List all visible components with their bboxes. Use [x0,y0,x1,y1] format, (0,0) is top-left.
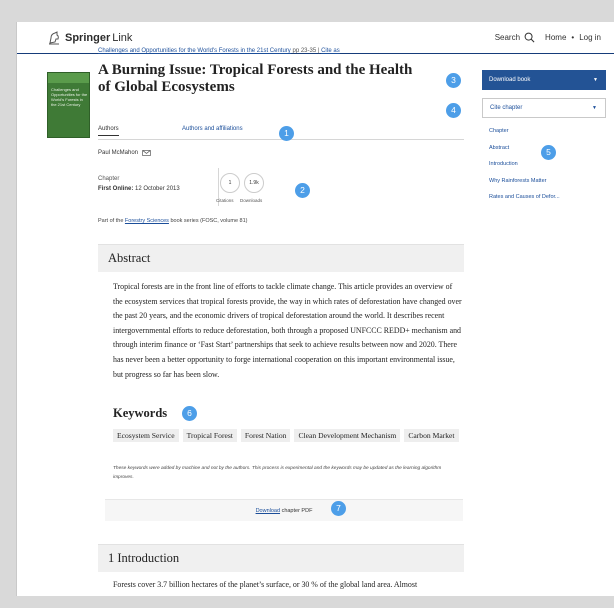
callout-badge: 7 [331,501,346,516]
chapter-header: Challenges and Opportunities for the Wor… [98,48,458,96]
series-prefix: Part of the [98,218,124,224]
keyword-tag[interactable]: Clean Development Mechanism [294,429,401,442]
cover-banner [48,73,89,83]
callout-badge: 5 [541,145,556,160]
citations-label: Citations [216,198,234,203]
keyword-tag[interactable]: Tropical Forest [182,429,237,442]
keyword-list: Ecosystem Service Tropical Forest Forest… [113,429,461,442]
chevron-down-icon: ▼ [592,105,597,111]
tab-authors-affiliations[interactable]: Authors and affiliations [182,126,243,135]
top-band [0,0,614,22]
book-title-link[interactable]: Challenges and Opportunities for the Wor… [98,48,291,54]
citations-count[interactable]: 1 [220,173,240,193]
keywords-heading: Keywords [113,406,168,420]
first-online-label: First Online: [98,186,134,192]
introduction-text: Forests cover 3.7 billion hectares of th… [113,580,418,589]
springer-horse-icon [49,31,59,45]
breadcrumb-separator: | [317,48,320,54]
callout-badge: 2 [295,183,310,198]
toc-item-introduction[interactable]: Introduction [489,161,560,178]
mail-icon[interactable] [142,150,151,156]
bottom-band [0,596,614,608]
brand-name: Springer [65,32,111,44]
chevron-down-icon: ▼ [593,77,598,83]
toc-item-why-rainforests-matter[interactable]: Why Rainforests Matter [489,178,560,195]
series-suffix: book series (FOSC, volume 81) [170,218,248,224]
download-book-label: Download book [489,77,531,83]
cite-as-link[interactable]: Cite as [321,48,340,54]
introduction-section-header[interactable]: 1 Introduction [98,544,464,572]
first-online-date: 12 October 2013 [135,186,180,192]
download-pdf-suffix: chapter PDF [281,508,313,514]
keywords-disclaimer: These keywords were added by machine and… [113,466,442,480]
search-icon[interactable] [524,32,535,43]
keyword-tag[interactable]: Carbon Market [404,429,459,442]
content-type-label: Chapter [98,176,120,182]
abstract-text: Tropical forests are in the front line o… [113,282,462,379]
download-pdf-bar: Download chapter PDF [105,499,463,521]
abstract-heading: Abstract [108,251,151,265]
chapter-title: A Burning Issue: Tropical Forests and th… [98,62,413,95]
downloads-count[interactable]: 1.9k [244,173,264,193]
series-link[interactable]: Forestry Sciences [125,218,169,224]
brand-suffix: Link [112,32,133,44]
callout-badge: 3 [446,73,461,88]
introduction-heading: 1 Introduction [108,551,180,565]
series-info: Part of the Forestry Sciences book serie… [98,218,248,224]
toc-item-rates-and-causes[interactable]: Rates and Causes of Defor... [489,194,560,211]
header-nav: Search Home • Log in [495,32,601,43]
keyword-tag[interactable]: Forest Nation [240,429,291,442]
downloads-label: Downloads [240,198,263,203]
author-name[interactable]: Paul McMahon [98,150,138,156]
toc-item-chapter[interactable]: Chapter [489,128,560,145]
springerlink-logo[interactable]: Springer Link [47,30,132,46]
page-range: pp 23-35 [292,48,317,54]
first-online: First Online: 12 October 2013 [98,186,180,192]
search-link[interactable]: Search [495,33,520,42]
download-pdf-link[interactable]: Download [256,508,280,514]
download-book-button[interactable]: Download book ▼ [482,70,606,90]
cover-title: Challenges and Opportunities for the Wor… [51,87,88,107]
abstract-section-header[interactable]: Abstract [98,244,464,272]
callout-badge: 1 [279,126,294,141]
tab-authors[interactable]: Authors [98,126,119,136]
book-cover-thumbnail[interactable]: Challenges and Opportunities for the Wor… [47,72,90,138]
table-of-contents: Chapter Abstract Introduction Why Rainfo… [489,128,560,211]
callout-badge: 4 [446,103,461,118]
cite-chapter-label: Cite chapter [490,105,523,111]
author-row: Paul McMahon [98,150,151,156]
keyword-tag[interactable]: Ecosystem Service [113,429,179,442]
home-link[interactable]: Home [545,33,566,42]
breadcrumb: Challenges and Opportunities for the Wor… [98,48,458,54]
cite-chapter-button[interactable]: Cite chapter ▼ [482,98,606,118]
login-link[interactable]: Log in [579,33,601,42]
nav-dot: • [571,33,575,42]
callout-badge: 6 [182,406,197,421]
